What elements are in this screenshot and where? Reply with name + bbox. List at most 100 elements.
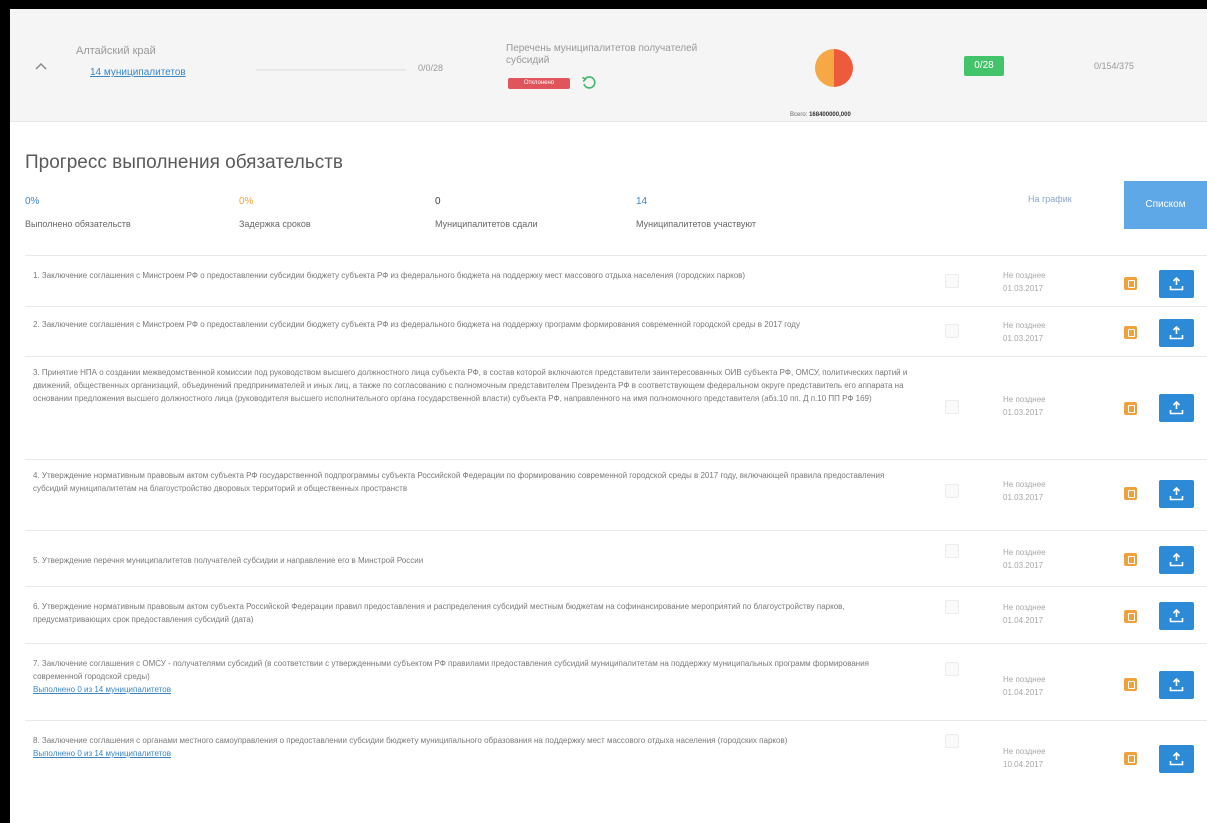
deadline-date: 10.04.2017 — [1003, 760, 1044, 769]
obligation-deadline: Не позднее 01.04.2017 — [1003, 673, 1083, 699]
deadline-date: 01.03.2017 — [1003, 561, 1044, 570]
refresh-icon[interactable] — [581, 75, 597, 91]
upload-icon — [1169, 487, 1184, 501]
upload-button[interactable] — [1159, 480, 1194, 508]
deadline-date: 01.03.2017 — [1003, 493, 1044, 502]
obligation-deadline: Не позднее 01.03.2017 — [1003, 546, 1083, 572]
upload-button[interactable] — [1159, 546, 1194, 574]
obligation-row: 4. Утверждение нормативным правовым акто… — [25, 459, 1207, 530]
upload-icon — [1169, 401, 1184, 415]
obligation-row: 2. Заключение соглашения с Минстроем РФ … — [25, 306, 1207, 356]
obligation-description: 8. Заключение соглашения с органами мест… — [33, 736, 788, 745]
stat-label: Муниципалитетов участвуют — [636, 219, 757, 229]
percent-badge: 0/28 — [964, 56, 1004, 76]
obligation-checkbox[interactable] — [945, 274, 959, 288]
stat-submitted: 0 Муниципалитетов сдали — [435, 196, 538, 229]
deadline-date: 01.04.2017 — [1003, 616, 1044, 625]
upload-button[interactable] — [1159, 270, 1194, 298]
progress-pie-chart — [815, 49, 853, 87]
obligation-row: 5. Утверждение перечня муниципалитетов п… — [25, 530, 1207, 586]
upload-button[interactable] — [1159, 671, 1194, 699]
document-icon[interactable] — [1124, 610, 1137, 623]
stat-label: Задержка сроков — [239, 219, 311, 229]
chevron-up-icon[interactable] — [34, 59, 48, 73]
list-view-button[interactable]: Списком — [1124, 181, 1207, 229]
stat-completed: 0% Выполнено обязательств — [25, 196, 131, 229]
obligation-text: 2. Заключение соглашения с Минстроем РФ … — [33, 320, 800, 329]
stat-value: 0 — [435, 196, 441, 207]
document-icon[interactable] — [1124, 487, 1137, 500]
deadline-label: Не позднее — [1003, 548, 1046, 557]
obligation-text: 7. Заключение соглашения с ОМСУ - получа… — [33, 657, 913, 696]
obligation-checkbox[interactable] — [945, 484, 959, 498]
document-icon[interactable] — [1124, 752, 1137, 765]
obligation-text: 4. Утверждение нормативным правовым акто… — [33, 471, 885, 493]
obligation-row: 3. Принятие НПА о создании межведомствен… — [25, 356, 1207, 459]
document-icon[interactable] — [1124, 678, 1137, 691]
total-amount: Всего: 168400000,000 — [790, 112, 851, 118]
obligation-deadline: Не позднее 01.03.2017 — [1003, 393, 1083, 419]
stat-participating: 14 Муниципалитетов участвуют — [636, 196, 756, 229]
upload-button[interactable] — [1159, 394, 1194, 422]
document-icon[interactable] — [1124, 326, 1137, 339]
obligation-checkbox[interactable] — [945, 544, 959, 558]
deadline-date: 01.03.2017 — [1003, 284, 1044, 293]
upload-button[interactable] — [1159, 745, 1194, 773]
document-icon[interactable] — [1124, 277, 1137, 290]
stat-value: 0% — [25, 196, 40, 207]
region-fraction: 0/0/28 — [418, 63, 444, 73]
obligation-row: 1. Заключение соглашения с Минстроем РФ … — [25, 255, 1207, 306]
stat-value: 14 — [636, 196, 648, 207]
region-name: Алтайский край — [76, 45, 156, 57]
stat-label: Муниципалитетов сдали — [435, 219, 538, 229]
obligation-row: 7. Заключение соглашения с ОМСУ - получа… — [25, 643, 1207, 720]
deadline-date: 01.04.2017 — [1003, 688, 1044, 697]
upload-icon — [1169, 326, 1184, 340]
obligations-list: 1. Заключение соглашения с Минстроем РФ … — [25, 255, 1207, 797]
upload-button[interactable] — [1159, 319, 1194, 347]
obligation-text: 3. Принятие НПА о создании межведомствен… — [33, 368, 908, 403]
obligation-text: 5. Утверждение перечня муниципалитетов п… — [33, 556, 424, 565]
upload-icon — [1169, 752, 1184, 766]
obligation-checkbox[interactable] — [945, 324, 959, 338]
deadline-label: Не позднее — [1003, 480, 1046, 489]
region-progress-track — [256, 69, 406, 71]
obligation-deadline: Не позднее 01.04.2017 — [1003, 601, 1083, 627]
chart-view-link[interactable]: На график — [1028, 194, 1072, 204]
status-badge: Отклонено — [508, 78, 570, 89]
stat-value: 0% — [239, 196, 254, 207]
obligation-deadline: Не позднее 10.04.2017 — [1003, 745, 1083, 771]
obligation-row: 8. Заключение соглашения с органами мест… — [25, 720, 1207, 797]
region-row: Алтайский край 14 муниципалитетов 0/0/28… — [10, 9, 1207, 122]
upload-icon — [1169, 277, 1184, 291]
total-label: Всего: — [790, 112, 808, 118]
deadline-label: Не позднее — [1003, 603, 1046, 612]
upload-icon — [1169, 609, 1184, 623]
upload-button[interactable] — [1159, 602, 1194, 630]
municipalities-link[interactable]: 14 муниципалитетов — [90, 67, 186, 78]
recipients-list-title: Перечень муниципалитетов получателей суб… — [506, 43, 698, 66]
deadline-label: Не позднее — [1003, 395, 1046, 404]
deadline-date: 01.03.2017 — [1003, 334, 1044, 343]
page-frame: Алтайский край 14 муниципалитетов 0/0/28… — [10, 9, 1207, 823]
obligation-checkbox[interactable] — [945, 662, 959, 676]
obligation-checkbox[interactable] — [945, 600, 959, 614]
pie-slice-left — [815, 49, 834, 87]
obligation-deadline: Не позднее 01.03.2017 — [1003, 269, 1083, 295]
document-icon[interactable] — [1124, 402, 1137, 415]
obligation-checkbox[interactable] — [945, 400, 959, 414]
obligation-checkbox[interactable] — [945, 734, 959, 748]
deadline-date: 01.03.2017 — [1003, 408, 1044, 417]
obligation-description: 7. Заключение соглашения с ОМСУ - получа… — [33, 659, 870, 681]
deadline-label: Не позднее — [1003, 321, 1046, 330]
document-icon[interactable] — [1124, 553, 1137, 566]
municipalities-progress-link[interactable]: Выполнено 0 из 14 муниципалитетов — [33, 747, 913, 760]
obligation-deadline: Не позднее 01.03.2017 — [1003, 478, 1083, 504]
municipalities-progress-link[interactable]: Выполнено 0 из 14 муниципалитетов — [33, 683, 913, 696]
obligation-text: 8. Заключение соглашения с органами мест… — [33, 734, 913, 760]
deadline-label: Не позднее — [1003, 675, 1046, 684]
section-title: Прогресс выполнения обязательств — [25, 152, 344, 173]
obligation-deadline: Не позднее 01.03.2017 — [1003, 319, 1083, 345]
obligation-text: 1. Заключение соглашения с Минстроем РФ … — [33, 271, 746, 280]
obligation-row: 6. Утверждение нормативным правовым акто… — [25, 586, 1207, 643]
